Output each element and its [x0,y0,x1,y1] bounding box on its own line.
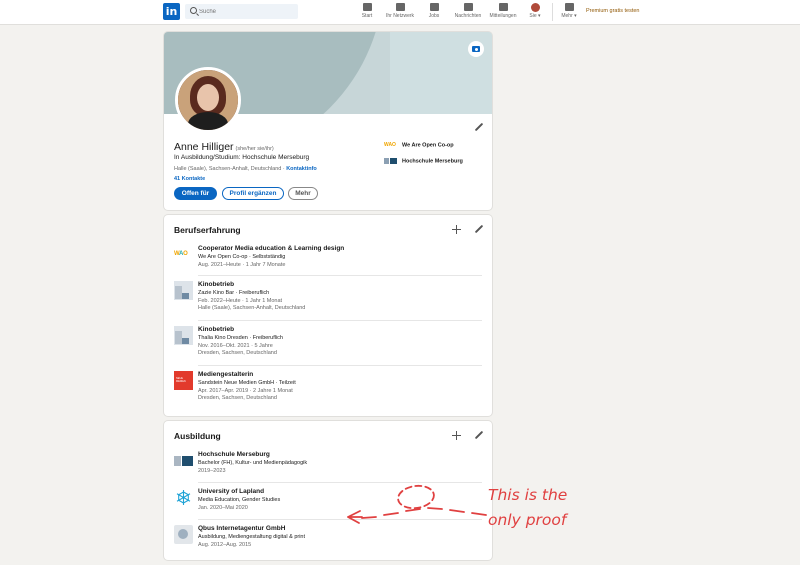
divider [198,320,482,321]
pronouns: (she/her sie/ihr) [235,146,274,152]
open-to-button[interactable]: Offen für [174,187,217,200]
search-box[interactable] [185,4,298,19]
company-logo [174,326,193,345]
wao-logo: WAO [384,142,396,148]
network-icon [395,3,405,11]
grid-icon [564,3,574,11]
search-input[interactable] [199,5,289,18]
experience-title: Berufserfahrung [174,225,241,235]
briefcase-icon [429,3,439,11]
profile-name: Anne Hilliger (she/her sie/ihr) [174,141,274,153]
nav-divider [552,3,553,21]
camera-icon[interactable] [468,41,484,57]
nav-network[interactable]: Ihr Netzwerk [383,3,417,19]
annotation-text-line2: only proof [488,511,567,529]
wao-logo: WAO [174,251,188,257]
current-org-wao[interactable]: WAO We Are Open Co-op [384,142,454,148]
nav-jobs[interactable]: Jobs [426,3,442,19]
add-plus-icon[interactable] [452,431,461,440]
annotation-text-line1: This is the [488,486,568,504]
divider [198,275,482,276]
search-icon [190,7,197,14]
top-nav: in Start Ihr Netzwerk Jobs Nachrichten M… [0,0,800,25]
premium-link[interactable]: Premium gratis testen [586,8,640,14]
nav-notifications[interactable]: Mitteilungen [486,3,520,19]
profile-location: Halle (Saale), Sachsen-Anhalt, Deutschla… [174,166,317,172]
more-button[interactable]: Mehr [288,187,318,200]
education-title: Ausbildung [174,431,221,441]
experience-card: Berufserfahrung WAO Cooperator Media edu… [164,215,492,416]
avatar [530,3,540,12]
nav-more[interactable]: Mehr ▾ [558,3,580,19]
nav-messages[interactable]: Nachrichten [451,3,485,19]
hochschule-logo [384,158,398,164]
qbus-logo [174,525,193,544]
company-logo [174,281,193,300]
profile-photo[interactable] [175,67,241,133]
edit-pencil-icon[interactable] [474,123,483,132]
profile-headline: In Ausbildung/Studium: Hochschule Merseb… [174,154,310,161]
snowflake-icon [174,488,193,507]
contact-info-link[interactable]: Kontaktinfo [286,166,317,172]
home-icon [362,3,372,11]
bell-icon [498,3,508,11]
annotation-arrow [347,484,487,524]
edit-pencil-icon[interactable] [474,431,483,440]
linkedin-logo[interactable]: in [163,3,180,20]
edit-pencil-icon[interactable] [474,225,483,234]
current-org-hochschule[interactable]: Hochschule Merseburg [384,158,463,164]
divider [198,365,482,366]
connections-link[interactable]: 41 Kontakte [174,176,205,182]
sandstein-logo [174,371,193,390]
nav-home[interactable]: Start [360,3,374,19]
nav-me[interactable]: Sie ▾ [526,3,544,19]
profile-card: Anne Hilliger (she/her sie/ihr) In Ausbil… [164,32,492,210]
add-plus-icon[interactable] [452,225,461,234]
hochschule-logo [174,451,193,470]
add-profile-section-button[interactable]: Profil ergänzen [222,187,284,200]
message-icon [463,3,473,11]
